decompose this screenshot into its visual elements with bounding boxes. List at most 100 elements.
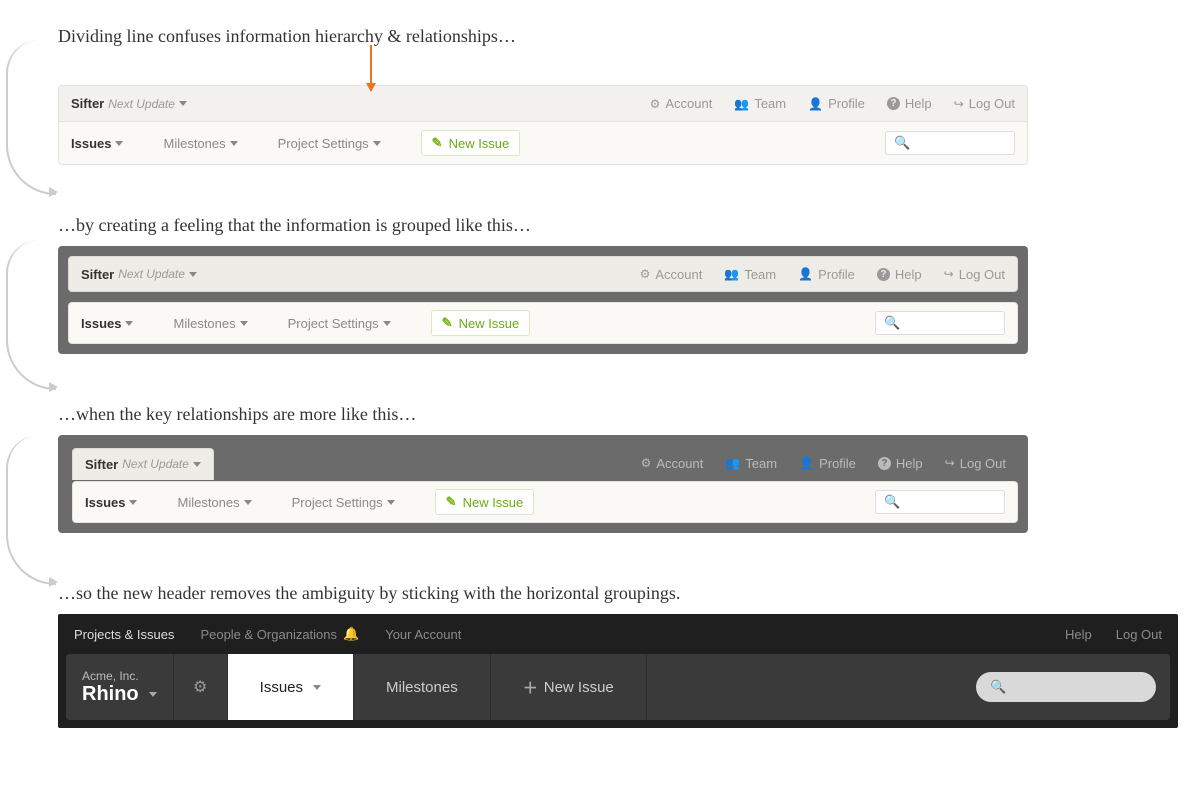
new-header-topbar: Projects & Issues People & Organizations… bbox=[58, 614, 1178, 654]
nav-settings[interactable]: Project Settings bbox=[278, 136, 381, 151]
chevron-down-icon bbox=[149, 692, 157, 697]
logout-icon: ↪ bbox=[954, 97, 964, 111]
topbar: Sifter Next Update ⚙Account 👥Team 👤Profi… bbox=[72, 445, 1018, 481]
nav-issues[interactable]: Issues bbox=[85, 495, 137, 510]
bell-icon: 🔔 bbox=[343, 626, 359, 642]
new-issue-button[interactable]: ✎New Issue bbox=[435, 489, 535, 515]
logout-link[interactable]: ↪Log Out bbox=[944, 267, 1005, 282]
old-header-v1: Sifter Next Update ⚙Account 👥Team 👤Profi… bbox=[58, 85, 1028, 165]
logout-link[interactable]: ↪Log Out bbox=[945, 456, 1006, 471]
edit-icon: ✎ bbox=[446, 494, 457, 510]
nav-issues[interactable]: Issues bbox=[81, 316, 133, 331]
account-link[interactable]: ⚙Account bbox=[641, 456, 704, 471]
new-issue-button[interactable]: ✎New Issue bbox=[421, 130, 521, 156]
team-icon: 👥 bbox=[734, 97, 749, 111]
help-link[interactable]: Help bbox=[1065, 627, 1092, 642]
topbar: Sifter Next Update ⚙Account 👥Team 👤Profi… bbox=[68, 256, 1018, 292]
help-link[interactable]: ?Help bbox=[887, 96, 932, 111]
project-subtitle: Next Update bbox=[108, 97, 175, 111]
profile-icon: 👤 bbox=[808, 97, 823, 111]
help-icon: ? bbox=[887, 97, 900, 110]
chevron-down-icon bbox=[230, 141, 238, 146]
chevron-down-icon[interactable] bbox=[179, 101, 187, 106]
profile-link[interactable]: 👤Profile bbox=[799, 456, 856, 471]
chevron-down-icon bbox=[125, 321, 133, 326]
account-link[interactable]: ⚙Account bbox=[650, 96, 713, 111]
annotation-2: …by creating a feeling that the informat… bbox=[58, 215, 1160, 236]
team-icon: 👥 bbox=[724, 267, 739, 281]
nav-milestones[interactable]: Milestones bbox=[173, 316, 247, 331]
profile-link[interactable]: 👤Profile bbox=[808, 96, 865, 111]
chevron-down-icon bbox=[193, 462, 201, 467]
gear-icon: ⚙ bbox=[641, 456, 652, 470]
search-input[interactable]: 🔍 bbox=[976, 672, 1156, 702]
chevron-down-icon bbox=[240, 321, 248, 326]
project-subtitle: Next Update bbox=[122, 457, 189, 471]
gear-icon: ⚙ bbox=[640, 267, 651, 281]
chevron-down-icon bbox=[387, 500, 395, 505]
search-icon: 🔍 bbox=[884, 315, 900, 331]
navbar: Issues Milestones Project Settings ✎New … bbox=[72, 481, 1018, 523]
account-link[interactable]: ⚙Account bbox=[640, 267, 703, 282]
old-header-v3: Sifter Next Update ⚙Account 👥Team 👤Profi… bbox=[58, 435, 1028, 533]
search-icon: 🔍 bbox=[990, 679, 1006, 695]
gear-icon: ⚙ bbox=[650, 97, 661, 111]
logout-icon: ↪ bbox=[945, 456, 955, 470]
new-issue-button[interactable]: ✎New Issue bbox=[431, 310, 531, 336]
tab-milestones[interactable]: Milestones bbox=[354, 654, 491, 720]
project-settings-button[interactable]: ⚙ bbox=[174, 654, 228, 720]
chevron-down-icon bbox=[383, 321, 391, 326]
project-tab[interactable]: Sifter Next Update bbox=[72, 448, 214, 480]
team-link[interactable]: 👥Team bbox=[734, 96, 786, 111]
search-input[interactable]: 🔍 bbox=[875, 490, 1005, 514]
brand: Sifter bbox=[85, 457, 118, 472]
chevron-down-icon bbox=[129, 500, 137, 505]
navbar: Issues Milestones Project Settings ✎New … bbox=[59, 122, 1027, 164]
nav-settings[interactable]: Project Settings bbox=[292, 495, 395, 510]
chevron-down-icon bbox=[244, 500, 252, 505]
search-input[interactable]: 🔍 bbox=[875, 311, 1005, 335]
profile-icon: 👤 bbox=[799, 456, 814, 470]
annotation-1: Dividing line confuses information hiera… bbox=[58, 26, 1160, 47]
logout-link[interactable]: ↪Log Out bbox=[954, 96, 1015, 111]
navbar: Issues Milestones Project Settings ✎New … bbox=[68, 302, 1018, 344]
chevron-down-icon bbox=[115, 141, 123, 146]
brand[interactable]: Sifter bbox=[81, 267, 114, 282]
annotation-4: …so the new header removes the ambiguity… bbox=[58, 583, 1160, 604]
topbar: Sifter Next Update ⚙Account 👥Team 👤Profi… bbox=[59, 86, 1027, 122]
help-link[interactable]: ?Help bbox=[878, 456, 923, 471]
gear-icon: ⚙ bbox=[193, 677, 207, 697]
nav-people-orgs[interactable]: People & Organizations🔔 bbox=[200, 626, 359, 642]
old-header-v2: Sifter Next Update ⚙Account 👥Team 👤Profi… bbox=[58, 246, 1028, 354]
nav-milestones[interactable]: Milestones bbox=[163, 136, 237, 151]
team-link[interactable]: 👥Team bbox=[724, 267, 776, 282]
profile-link[interactable]: 👤Profile bbox=[798, 267, 855, 282]
tab-issues[interactable]: Issues bbox=[228, 654, 354, 720]
chevron-down-icon bbox=[313, 685, 321, 690]
nav-milestones[interactable]: Milestones bbox=[177, 495, 251, 510]
logout-link[interactable]: Log Out bbox=[1116, 627, 1162, 642]
logout-icon: ↪ bbox=[944, 267, 954, 281]
project-subtitle: Next Update bbox=[118, 267, 185, 281]
project-selector[interactable]: Acme, Inc. Rhino bbox=[66, 654, 174, 720]
search-icon: 🔍 bbox=[884, 494, 900, 510]
plus-icon: ＋ bbox=[523, 677, 538, 698]
help-icon: ? bbox=[878, 457, 891, 470]
help-link[interactable]: ?Help bbox=[877, 267, 922, 282]
search-icon: 🔍 bbox=[894, 135, 910, 151]
search-input[interactable]: 🔍 bbox=[885, 131, 1015, 155]
brand[interactable]: Sifter bbox=[71, 96, 104, 111]
company-name: Acme, Inc. bbox=[82, 669, 157, 683]
nav-your-account[interactable]: Your Account bbox=[385, 627, 461, 642]
nav-settings[interactable]: Project Settings bbox=[288, 316, 391, 331]
team-link[interactable]: 👥Team bbox=[725, 456, 777, 471]
chevron-down-icon[interactable] bbox=[189, 272, 197, 277]
new-header: Projects & Issues People & Organizations… bbox=[58, 614, 1178, 728]
nav-issues[interactable]: Issues bbox=[71, 136, 123, 151]
edit-icon: ✎ bbox=[442, 315, 453, 331]
flow-arrow-3 bbox=[6, 435, 56, 585]
nav-projects-issues[interactable]: Projects & Issues bbox=[74, 627, 174, 642]
new-issue-button[interactable]: ＋New Issue bbox=[491, 654, 647, 720]
team-icon: 👥 bbox=[725, 456, 740, 470]
edit-icon: ✎ bbox=[432, 135, 443, 151]
